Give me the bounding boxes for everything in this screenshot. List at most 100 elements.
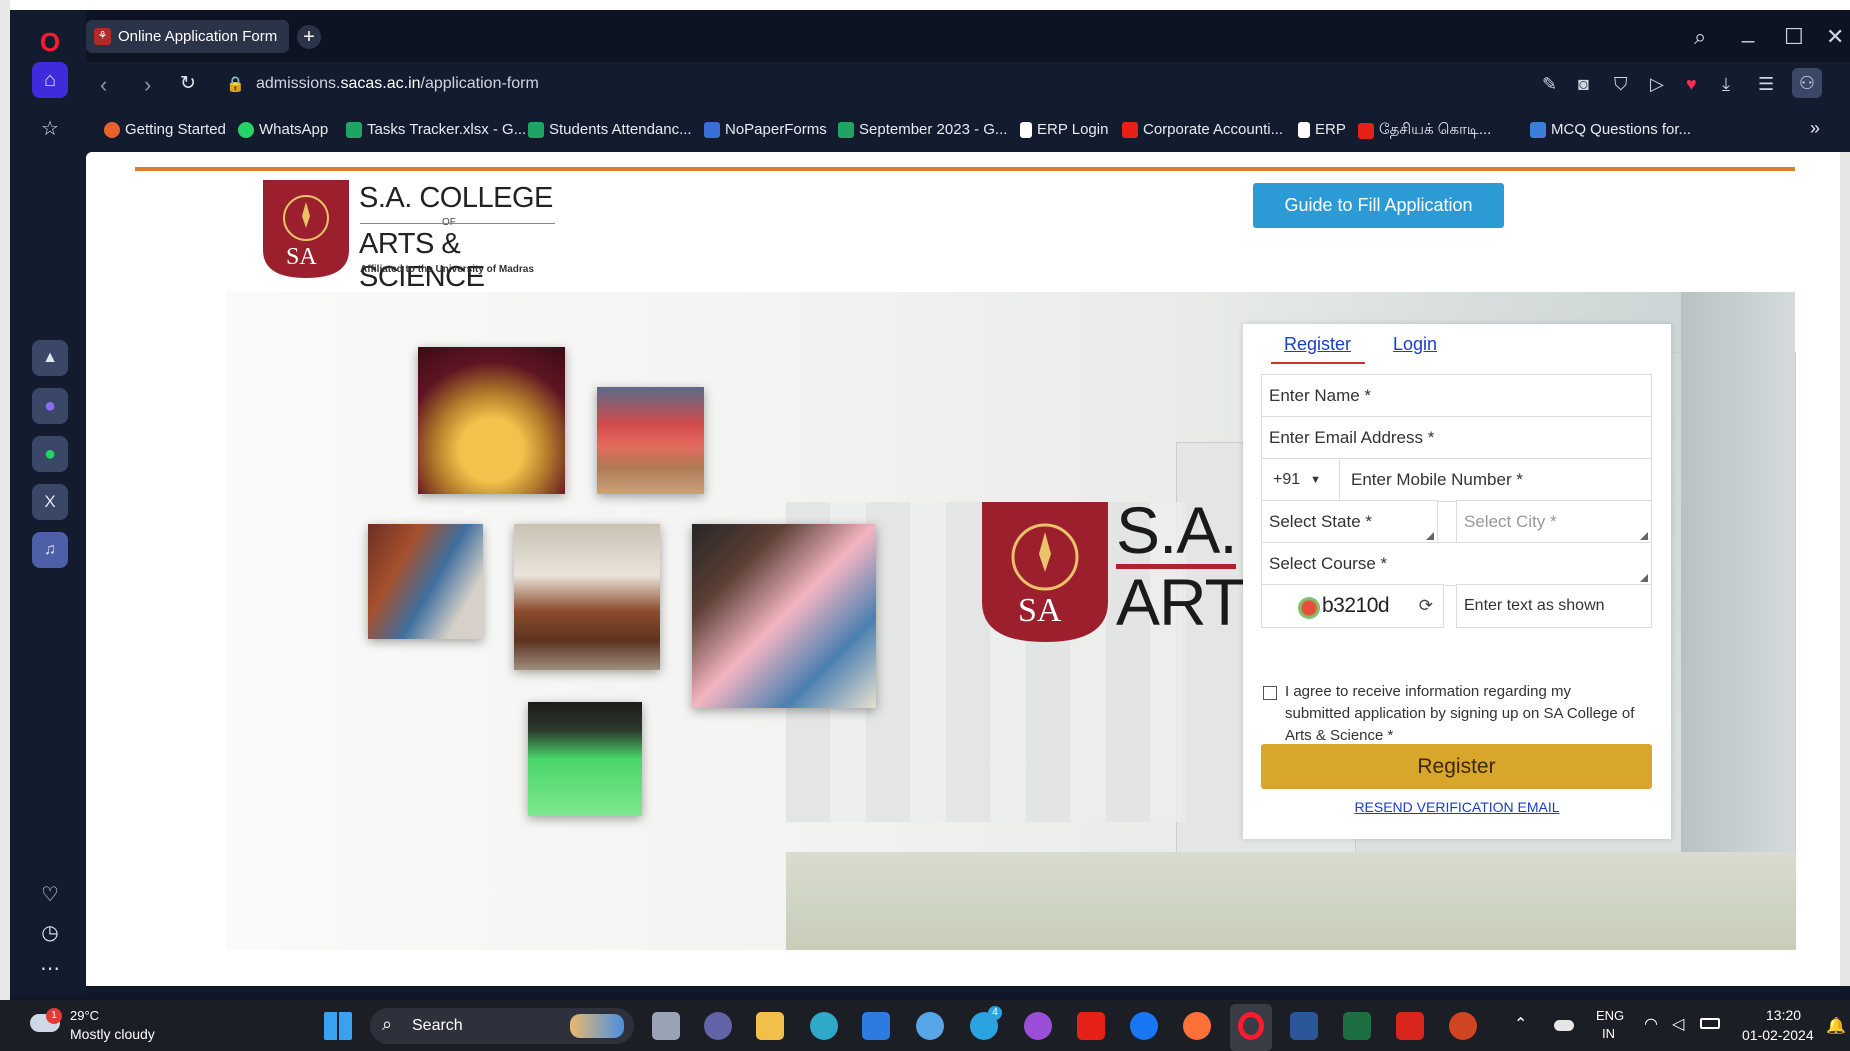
bookmark-item[interactable]: தேசியக் கொடி... — [1358, 121, 1491, 140]
name-placeholder: Enter Name * — [1269, 386, 1372, 405]
acrobat-icon[interactable] — [1396, 1012, 1424, 1040]
x-icon[interactable]: X — [32, 484, 68, 520]
language-region[interactable]: IN — [1602, 1026, 1615, 1041]
notification-bell-icon[interactable]: 🔔 — [1826, 1016, 1846, 1036]
edit-icon[interactable]: ✎ — [1542, 74, 1557, 95]
computer-lab-photo — [514, 524, 660, 670]
facebook-icon[interactable] — [1130, 1012, 1158, 1040]
new-tab-button[interactable]: + — [297, 25, 321, 49]
shield-icon[interactable]: ⛉ — [1614, 74, 1628, 95]
country-code-select[interactable]: +91 ▼ — [1261, 458, 1340, 502]
captcha-input[interactable]: Enter text as shown — [1456, 584, 1652, 628]
word-icon[interactable] — [1290, 1012, 1318, 1040]
maximize-icon[interactable]: ☐ — [1784, 24, 1804, 50]
star-icon[interactable]: ☆ — [32, 110, 68, 146]
bookmark-item[interactable]: WhatsApp — [238, 121, 328, 138]
more-bookmarks-icon[interactable]: » — [1810, 118, 1820, 139]
download-icon[interactable]: ⤓ — [1722, 74, 1730, 95]
bookmark-item[interactable]: MCQ Questions for... — [1530, 121, 1691, 138]
taskbar-search[interactable]: ⌕ Search — [370, 1008, 634, 1044]
teams-icon[interactable] — [704, 1012, 732, 1040]
clock-date[interactable]: 01-02-2024 — [1742, 1027, 1814, 1043]
bookmarks-bar: Getting Started WhatsApp Tasks Tracker.x… — [86, 110, 1850, 152]
logo-mark: SA — [286, 244, 317, 270]
bookmark-item[interactable]: September 2023 - G... — [838, 121, 1007, 138]
whatsapp-icon[interactable]: ● — [32, 436, 68, 472]
email-field[interactable]: Enter Email Address * — [1261, 416, 1652, 460]
tab-register[interactable]: Register — [1284, 334, 1351, 355]
course-select[interactable]: Select Course * — [1261, 542, 1652, 586]
name-field[interactable]: Enter Name * — [1261, 374, 1652, 418]
sign-mark: SA — [1018, 592, 1062, 629]
wifi-icon[interactable]: ◠ — [1644, 1014, 1658, 1034]
minimize-icon[interactable]: _ — [1742, 18, 1754, 44]
volume-icon[interactable]: ◁ — [1672, 1014, 1684, 1034]
language-code[interactable]: ENG — [1596, 1008, 1624, 1023]
heart-icon[interactable]: ♡ — [32, 876, 68, 912]
back-icon[interactable]: ‹ — [100, 72, 107, 98]
telegram-icon[interactable]: 4 — [970, 1006, 1002, 1040]
file-explorer-icon[interactable] — [756, 1012, 784, 1040]
opera-logo-icon[interactable]: O — [32, 24, 68, 60]
weather-widget[interactable]: 1 29°C Mostly cloudy — [28, 1008, 178, 1044]
clock-time[interactable]: 13:20 — [1766, 1007, 1801, 1023]
task-view-icon[interactable] — [652, 1012, 680, 1040]
history-icon[interactable]: ◷ — [32, 914, 68, 950]
logo-tagline: Affiliated to the University of Madras — [360, 264, 534, 275]
state-select[interactable]: Select State * — [1261, 500, 1438, 544]
city-select[interactable]: Select City * — [1456, 500, 1652, 544]
bookmark-item[interactable]: Students Attendanc... — [528, 121, 692, 138]
bookmark-item[interactable]: Corporate Accounti... — [1122, 121, 1283, 138]
tab-application-form[interactable]: ⚘ Online Application Form — [86, 20, 289, 53]
windows-start-icon[interactable] — [324, 1012, 352, 1040]
college-logo[interactable]: SA S.A. COLLEGE OF ARTS & SCIENCE Affili… — [260, 180, 560, 293]
camera-icon[interactable]: ◙ — [1578, 74, 1589, 95]
bookmark-item[interactable]: ERP — [1298, 121, 1346, 138]
home-icon[interactable]: ⌂ — [32, 62, 68, 98]
heart-filled-icon[interactable]: ♥ — [1686, 74, 1697, 95]
sports-photo — [597, 387, 704, 494]
tray-chevron-icon[interactable]: ⌃ — [1514, 1014, 1527, 1034]
onedrive-icon[interactable] — [1554, 1020, 1574, 1031]
refresh-captcha-icon[interactable]: ⟳ — [1419, 596, 1433, 616]
bookmark-item[interactable]: Getting Started — [104, 121, 226, 138]
profile-icon[interactable]: ⚇ — [1792, 68, 1822, 98]
reload-icon[interactable]: ↻ — [180, 72, 196, 95]
tab-login[interactable]: Login — [1393, 334, 1437, 355]
mail-icon[interactable] — [862, 1012, 890, 1040]
page-scrollbar[interactable] — [1840, 152, 1850, 986]
register-button[interactable]: Register — [1261, 744, 1652, 789]
battery-icon[interactable] — [1700, 1018, 1720, 1029]
settings-icon[interactable]: ☰ — [1758, 74, 1774, 95]
taskbar: 1 29°C Mostly cloudy ⌕ Search 4 ⌃ ENG IN… — [0, 1000, 1850, 1051]
url-field[interactable]: admissions.sacas.ac.in/application-form — [256, 75, 539, 93]
opera-active-icon[interactable] — [1230, 1004, 1272, 1051]
close-icon[interactable]: ✕ — [1826, 24, 1844, 50]
mobile-field[interactable]: Enter Mobile Number * — [1339, 458, 1652, 502]
excel-icon[interactable] — [1343, 1012, 1371, 1040]
edge-icon[interactable] — [810, 1012, 838, 1040]
whatsapp-icon — [238, 121, 254, 138]
aria-icon[interactable]: ▲ — [32, 340, 68, 376]
powerpoint-icon[interactable] — [1449, 1012, 1477, 1040]
forward-icon[interactable]: › — [144, 72, 151, 98]
college-favicon-icon: ⚘ — [94, 28, 111, 45]
bookmark-item[interactable]: ERP Login — [1020, 121, 1108, 138]
mcq-icon — [1530, 121, 1546, 138]
youtube-icon[interactable] — [1077, 1012, 1105, 1040]
firefox-icon[interactable] — [1183, 1012, 1211, 1040]
play-icon[interactable]: ▷ — [1650, 74, 1664, 95]
address-bar: ‹ › ↻ 🔒 admissions.sacas.ac.in/applicati… — [86, 62, 1850, 110]
bookmark-item[interactable]: NoPaperForms — [704, 121, 827, 138]
agree-checkbox[interactable] — [1263, 686, 1277, 700]
more-icon[interactable]: ⋯ — [32, 950, 68, 986]
vpn-icon[interactable] — [1024, 1012, 1052, 1040]
music-icon[interactable]: ♫ — [32, 532, 68, 568]
chevron-down-icon: ▼ — [1310, 474, 1322, 486]
chat-app-icon[interactable] — [916, 1012, 944, 1040]
bookmark-item[interactable]: Tasks Tracker.xlsx - G... — [346, 121, 526, 138]
resend-verification-link[interactable]: RESEND VERIFICATION EMAIL — [1243, 799, 1671, 815]
guide-button[interactable]: Guide to Fill Application — [1253, 183, 1504, 228]
search-icon[interactable]: ⌕ — [1694, 24, 1706, 50]
messenger-icon[interactable]: ● — [32, 388, 68, 424]
